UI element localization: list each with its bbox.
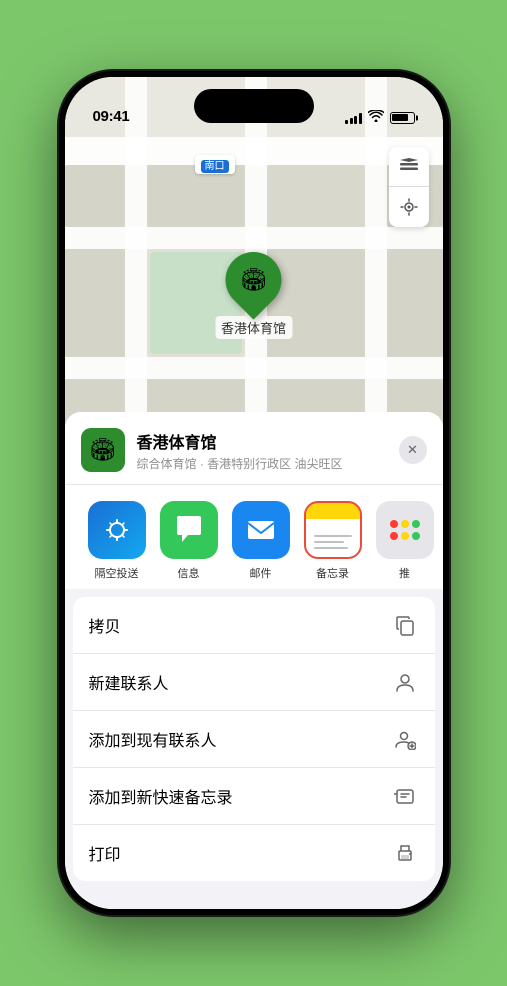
location-subtitle: 综合体育馆 · 香港特别行政区 油尖旺区	[137, 455, 399, 472]
action-print[interactable]: 打印	[73, 825, 435, 881]
app-item-messages[interactable]: 信息	[153, 501, 225, 581]
copy-label: 拷贝	[89, 613, 391, 637]
print-icon	[391, 839, 419, 867]
map-controls	[389, 147, 429, 227]
messages-icon	[160, 501, 218, 559]
location-pin: 🏟 香港体育馆	[215, 252, 292, 339]
phone-frame: 09:41	[59, 71, 449, 915]
battery-icon	[390, 112, 415, 124]
map-location-button[interactable]	[389, 187, 429, 227]
action-copy[interactable]: 拷贝	[73, 597, 435, 654]
messages-label: 信息	[178, 565, 200, 581]
print-label: 打印	[89, 841, 391, 865]
action-add-contact[interactable]: 添加到现有联系人	[73, 711, 435, 768]
notes-label: 备忘录	[316, 565, 349, 581]
status-icons	[345, 110, 415, 125]
wifi-icon	[368, 110, 384, 125]
notes-icon	[304, 501, 362, 559]
mail-label: 邮件	[250, 565, 272, 581]
more-label: 推	[399, 565, 410, 581]
new-contact-icon	[391, 668, 419, 696]
nav-label: 南口	[195, 155, 235, 174]
action-add-note[interactable]: 添加到新快速备忘录	[73, 768, 435, 825]
phone-screen: 09:41	[65, 77, 443, 909]
pin-circle: 🏟	[214, 240, 293, 319]
location-venue-icon: 🏟	[81, 428, 125, 472]
location-header: 🏟 香港体育馆 综合体育馆 · 香港特别行政区 油尖旺区 ✕	[65, 412, 443, 485]
apps-row: 隔空投送 信息	[65, 485, 443, 589]
pin-icon: 🏟	[240, 267, 268, 293]
signal-bars-icon	[345, 112, 362, 124]
close-button[interactable]: ✕	[399, 436, 427, 464]
map-layers-button[interactable]	[389, 147, 429, 187]
more-icon	[376, 501, 434, 559]
copy-icon	[391, 611, 419, 639]
add-note-icon	[391, 782, 419, 810]
airdrop-label: 隔空投送	[95, 565, 139, 581]
dynamic-island	[194, 89, 314, 123]
location-name: 香港体育馆	[137, 429, 399, 453]
status-time: 09:41	[93, 108, 130, 125]
app-item-more[interactable]: 推	[369, 501, 441, 581]
action-new-contact[interactable]: 新建联系人	[73, 654, 435, 711]
location-info: 香港体育馆 综合体育馆 · 香港特别行政区 油尖旺区	[137, 429, 399, 472]
action-section: 拷贝 新建联系人	[73, 597, 435, 881]
app-item-mail[interactable]: 邮件	[225, 501, 297, 581]
add-contact-label: 添加到现有联系人	[89, 727, 391, 751]
app-item-notes[interactable]: 备忘录	[297, 501, 369, 581]
app-item-airdrop[interactable]: 隔空投送	[81, 501, 153, 581]
new-contact-label: 新建联系人	[89, 670, 391, 694]
mail-icon	[232, 501, 290, 559]
add-contact-icon	[391, 725, 419, 753]
add-note-label: 添加到新快速备忘录	[89, 784, 391, 808]
share-sheet: 🏟 香港体育馆 综合体育馆 · 香港特别行政区 油尖旺区 ✕	[65, 412, 443, 909]
airdrop-icon	[88, 501, 146, 559]
